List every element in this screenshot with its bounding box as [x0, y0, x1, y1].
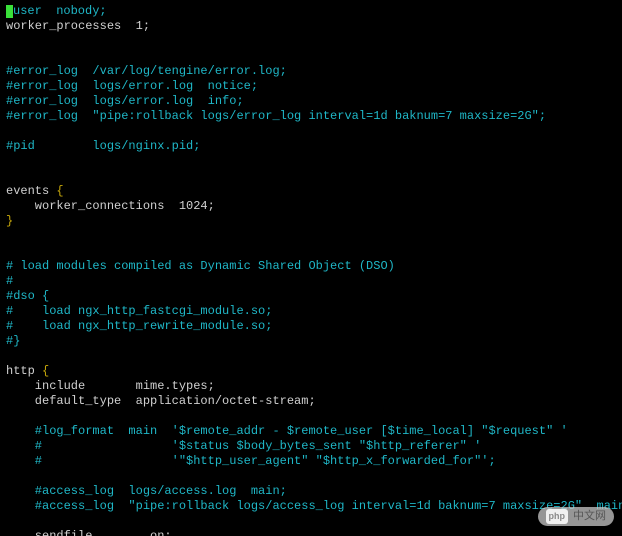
code-token: {	[42, 364, 49, 378]
code-token: #dso	[6, 289, 42, 303]
code-line	[6, 469, 616, 484]
code-token: #access_log logs/access.log main;	[6, 484, 287, 498]
code-token	[6, 349, 13, 363]
code-line: events {	[6, 184, 616, 199]
code-token: #log_format main '$remote_addr - $remote…	[6, 424, 568, 438]
code-line: user nobody;	[6, 4, 616, 19]
code-line: sendfile on;	[6, 529, 616, 536]
code-line	[6, 409, 616, 424]
code-token	[6, 229, 13, 243]
code-line: #dso {	[6, 289, 616, 304]
code-line: default_type application/octet-stream;	[6, 394, 616, 409]
code-line: # load modules compiled as Dynamic Share…	[6, 259, 616, 274]
code-token	[6, 469, 13, 483]
code-token: events	[6, 184, 56, 198]
code-token: worker_connections	[6, 199, 179, 213]
code-token: {	[42, 289, 49, 303]
code-token: #	[6, 274, 13, 288]
code-token	[6, 154, 13, 168]
code-token: }	[13, 334, 20, 348]
code-line: #error_log /var/log/tengine/error.log;	[6, 64, 616, 79]
code-token: user nobody;	[13, 4, 107, 18]
code-token: include mime.types;	[6, 379, 215, 393]
watermark-badge: php 中文网	[538, 507, 615, 526]
code-line	[6, 49, 616, 64]
code-token: default_type application/octet-stream;	[6, 394, 316, 408]
code-token: #error_log logs/error.log notice;	[6, 79, 258, 93]
code-token	[6, 124, 13, 138]
code-line: worker_processes 1;	[6, 19, 616, 34]
code-token: #error_log /var/log/tengine/error.log;	[6, 64, 287, 78]
code-token: # load ngx_http_rewrite_module.so;	[6, 319, 272, 333]
code-line	[6, 169, 616, 184]
code-token: }	[6, 214, 13, 228]
code-line: # load ngx_http_rewrite_module.so;	[6, 319, 616, 334]
code-token	[6, 49, 13, 63]
code-token	[6, 409, 13, 423]
code-line: worker_connections 1024;	[6, 199, 616, 214]
code-token	[6, 34, 13, 48]
code-token	[6, 244, 13, 258]
code-line: # load ngx_http_fastcgi_module.so;	[6, 304, 616, 319]
code-line: #error_log logs/error.log info;	[6, 94, 616, 109]
code-line	[6, 514, 616, 529]
code-line: # '$status $body_bytes_sent "$http_refer…	[6, 439, 616, 454]
code-token: # load ngx_http_fastcgi_module.so;	[6, 304, 272, 318]
code-token: #access_log "pipe:rollback logs/access_l…	[6, 499, 622, 513]
code-line: #log_format main '$remote_addr - $remote…	[6, 424, 616, 439]
terminal-viewport[interactable]: user nobody;worker_processes 1; #error_l…	[0, 0, 622, 536]
code-token: http	[6, 364, 42, 378]
code-token: #pid logs/nginx.pid;	[6, 139, 200, 153]
code-token: worker_processes	[6, 19, 136, 33]
code-token: # '$status $body_bytes_sent "$http_refer…	[6, 439, 481, 453]
code-line: #}	[6, 334, 616, 349]
code-line: #access_log "pipe:rollback logs/access_l…	[6, 499, 616, 514]
code-line	[6, 34, 616, 49]
code-line: }	[6, 214, 616, 229]
code-line: include mime.types;	[6, 379, 616, 394]
code-line: #access_log logs/access.log main;	[6, 484, 616, 499]
code-line: #pid logs/nginx.pid;	[6, 139, 616, 154]
code-token: # load modules compiled as Dynamic Share…	[6, 259, 395, 273]
code-token: ;	[143, 19, 150, 33]
code-token	[6, 514, 13, 528]
code-token: sendfile on;	[6, 529, 172, 536]
watermark-text: 中文网	[573, 509, 606, 524]
cursor	[6, 5, 13, 18]
code-line	[6, 124, 616, 139]
code-token: {	[56, 184, 63, 198]
code-line: http {	[6, 364, 616, 379]
code-token: ;	[208, 199, 215, 213]
code-line: #error_log "pipe:rollback logs/error_log…	[6, 109, 616, 124]
code-line	[6, 154, 616, 169]
code-token: # '"$http_user_agent" "$http_x_forwarded…	[6, 454, 496, 468]
code-token	[6, 169, 13, 183]
code-line	[6, 229, 616, 244]
code-token: #error_log logs/error.log info;	[6, 94, 244, 108]
code-line	[6, 349, 616, 364]
watermark-logo: php	[546, 509, 569, 524]
code-line	[6, 244, 616, 259]
code-token: 1024	[179, 199, 208, 213]
code-token: 1	[136, 19, 143, 33]
code-line: #	[6, 274, 616, 289]
code-token: #error_log "pipe:rollback logs/error_log…	[6, 109, 546, 123]
code-line: #error_log logs/error.log notice;	[6, 79, 616, 94]
code-line: # '"$http_user_agent" "$http_x_forwarded…	[6, 454, 616, 469]
